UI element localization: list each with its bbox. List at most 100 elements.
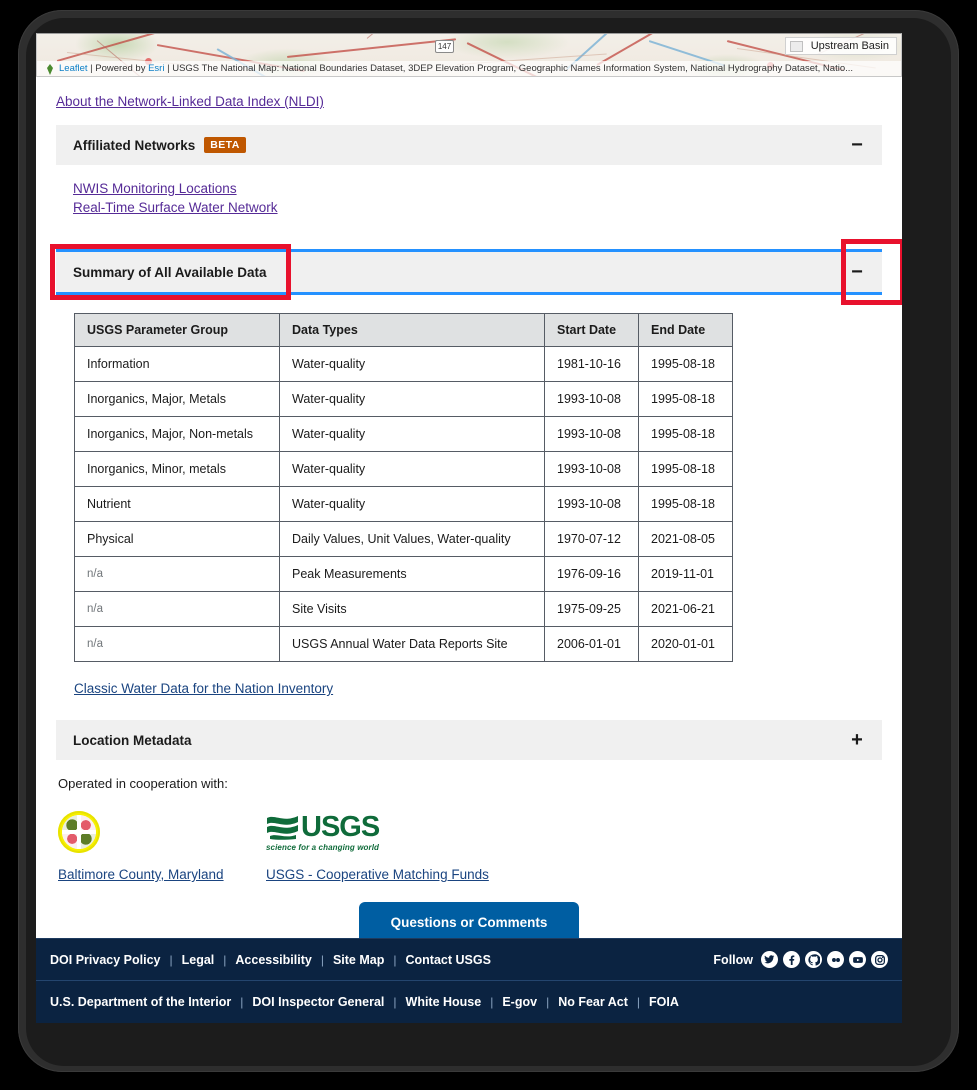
cell-data-types: Water-quality — [279, 416, 545, 452]
footer-separator: | — [169, 952, 173, 967]
baltimore-county-seal-icon[interactable] — [58, 811, 100, 853]
questions-or-comments-button[interactable]: Questions or Comments — [358, 902, 580, 943]
footer-link-contact-usgs[interactable]: Contact USGS — [405, 953, 490, 967]
cell-data-types: USGS Annual Water Data Reports Site — [279, 626, 545, 662]
cell-end-date: 2021-08-05 — [638, 521, 733, 557]
about-nldi-link[interactable]: About the Network-Linked Data Index (NLD… — [56, 94, 324, 109]
summary-data-table: USGS Parameter Group Data Types Start Da… — [74, 313, 733, 662]
location-metadata-header[interactable]: Location Metadata + — [56, 720, 882, 760]
attrib-sep-1: | Powered by — [87, 63, 149, 74]
cell-start-date: 1993-10-08 — [544, 416, 639, 452]
footer-link-site-map[interactable]: Site Map — [333, 953, 384, 967]
cell-parameter-group: Inorganics, Minor, metals — [74, 451, 280, 487]
attrib-rest: | USGS The National Map: National Bounda… — [164, 63, 854, 74]
usgs-cooperative-matching-funds-link[interactable]: USGS - Cooperative Matching Funds — [266, 867, 566, 882]
table-row: Nutrient Water-quality 1993-10-08 1995-08-1… — [74, 486, 733, 522]
cell-parameter-group: Inorganics, Major, Metals — [74, 381, 280, 417]
twitter-icon[interactable] — [761, 951, 778, 968]
footer-link-doi-privacy-policy[interactable]: DOI Privacy Policy — [50, 953, 160, 967]
cell-data-types: Site Visits — [279, 591, 545, 627]
cell-data-types: Water-quality — [279, 381, 545, 417]
seal-cross-horizontal — [62, 830, 96, 834]
footer-link-white-house[interactable]: White House — [406, 995, 482, 1009]
minus-icon[interactable]: − — [846, 134, 868, 156]
footer-link-e-gov[interactable]: E-gov — [502, 995, 537, 1009]
footer-link-doi-inspector-general[interactable]: DOI Inspector General — [252, 995, 384, 1009]
page-content: About the Network-Linked Data Index (NLD… — [36, 77, 902, 943]
cell-end-date: 1995-08-18 — [638, 381, 733, 417]
cell-start-date: 1976-09-16 — [544, 556, 639, 592]
usgs-wordmark-row: USGS — [266, 812, 380, 842]
cell-parameter-group: Nutrient — [74, 486, 280, 522]
table-row: Inorganics, Major, Non-metals Water-quali… — [74, 416, 733, 452]
instagram-icon[interactable] — [871, 951, 888, 968]
seal-inner — [62, 815, 96, 849]
follow-group: Follow — [713, 951, 888, 968]
footer-link-u-s-department-of-the-interior[interactable]: U.S. Department of the Interior — [50, 995, 231, 1009]
map-panel[interactable]: 147 Upstream Basin Leaflet | Powered by … — [36, 33, 902, 77]
footer-link-accessibility[interactable]: Accessibility — [235, 953, 311, 967]
location-metadata-title-group: Location Metadata — [73, 733, 192, 748]
realtime-surface-water-network-link[interactable]: Real-Time Surface Water Network — [73, 200, 865, 215]
cell-parameter-group: n/a — [74, 591, 280, 627]
table-head: USGS Parameter Group Data Types Start Da… — [74, 313, 733, 347]
summary-title-group: Summary of All Available Data — [73, 265, 267, 280]
cell-data-types: Water-quality — [279, 486, 545, 522]
classic-water-data-inventory-link[interactable]: Classic Water Data for the Nation Invent… — [74, 681, 333, 696]
nldi-link-row: About the Network-Linked Data Index (NLD… — [56, 77, 882, 125]
github-icon[interactable] — [805, 951, 822, 968]
accordion-affiliated-networks: Affiliated Networks BETA − NWIS Monitori… — [56, 125, 882, 225]
footer-separator: | — [240, 995, 244, 1009]
affiliated-networks-header[interactable]: Affiliated Networks BETA − — [56, 125, 882, 165]
affiliated-networks-body: NWIS Monitoring Locations Real-Time Surf… — [56, 165, 882, 225]
cell-parameter-group: Information — [74, 346, 280, 382]
esri-link[interactable]: Esri — [148, 63, 164, 74]
summary-available-data-header[interactable]: Summary of All Available Data − — [56, 249, 882, 295]
plus-icon[interactable]: + — [846, 729, 868, 751]
upstream-basin-label: Upstream Basin — [810, 40, 889, 52]
column-header-start-date: Start Date — [544, 313, 639, 347]
follow-label: Follow — [713, 952, 753, 967]
table-row: n/a USGS Annual Water Data Reports Site 20… — [74, 626, 733, 662]
youtube-icon[interactable] — [849, 951, 866, 968]
cell-start-date: 1981-10-16 — [544, 346, 639, 382]
baltimore-county-logo-box — [58, 805, 266, 859]
footer-link-legal[interactable]: Legal — [182, 953, 215, 967]
flickr-icon[interactable] — [827, 951, 844, 968]
accordion-summary-available-data: Summary of All Available Data − USGS Par… — [50, 239, 902, 720]
cooperation-section: Operated in cooperation with: Baltimore … — [56, 760, 882, 882]
site-footer: DOI Privacy Policy | Legal | Accessibility | S… — [36, 938, 902, 1023]
footer-separator: | — [636, 995, 641, 1009]
leaflet-icon — [47, 64, 53, 75]
classic-inventory-link-row: Classic Water Data for the Nation Invent… — [56, 662, 882, 720]
baltimore-county-link[interactable]: Baltimore County, Maryland — [58, 867, 266, 882]
footer-separator: | — [223, 952, 227, 967]
cell-end-date: 1995-08-18 — [638, 451, 733, 487]
footer-separator: | — [393, 995, 397, 1009]
beta-badge: BETA — [204, 137, 246, 153]
cell-end-date: 1995-08-18 — [638, 416, 733, 452]
footer-separator: | — [490, 995, 494, 1009]
nwis-monitoring-locations-link[interactable]: NWIS Monitoring Locations — [73, 181, 865, 196]
cell-data-types: Water-quality — [279, 346, 545, 382]
footer-link-foia[interactable]: FOIA — [649, 995, 679, 1009]
footer-secondary-row: U.S. Department of the Interior | DOI Insp… — [36, 980, 902, 1023]
location-metadata-title: Location Metadata — [73, 732, 192, 748]
table-row: Information Water-quality 1981-10-16 1995-0… — [74, 346, 733, 382]
table-row: Physical Daily Values, Unit Values, Water… — [74, 521, 733, 557]
cell-start-date: 1993-10-08 — [544, 381, 639, 417]
leaflet-link[interactable]: Leaflet — [59, 63, 88, 74]
cell-end-date: 2020-01-01 — [638, 626, 733, 662]
map-attribution: Leaflet | Powered by Esri | USGS The Nat… — [37, 61, 901, 76]
facebook-icon[interactable] — [783, 951, 800, 968]
device-frame: 147 Upstream Basin Leaflet | Powered by … — [0, 0, 977, 1090]
usgs-logo-icon[interactable]: USGS science for a changing world — [266, 812, 380, 852]
footer-link-no-fear-act[interactable]: No Fear Act — [558, 995, 628, 1009]
usgs-tagline: science for a changing world — [266, 843, 380, 852]
cell-data-types: Peak Measurements — [279, 556, 545, 592]
column-header-end-date: End Date — [638, 313, 733, 347]
route-shield-icon: 147 — [435, 40, 454, 53]
partner-baltimore-county: Baltimore County, Maryland — [58, 805, 266, 882]
minus-icon[interactable]: − — [846, 261, 868, 283]
affiliated-networks-title-group: Affiliated Networks BETA — [73, 137, 246, 153]
